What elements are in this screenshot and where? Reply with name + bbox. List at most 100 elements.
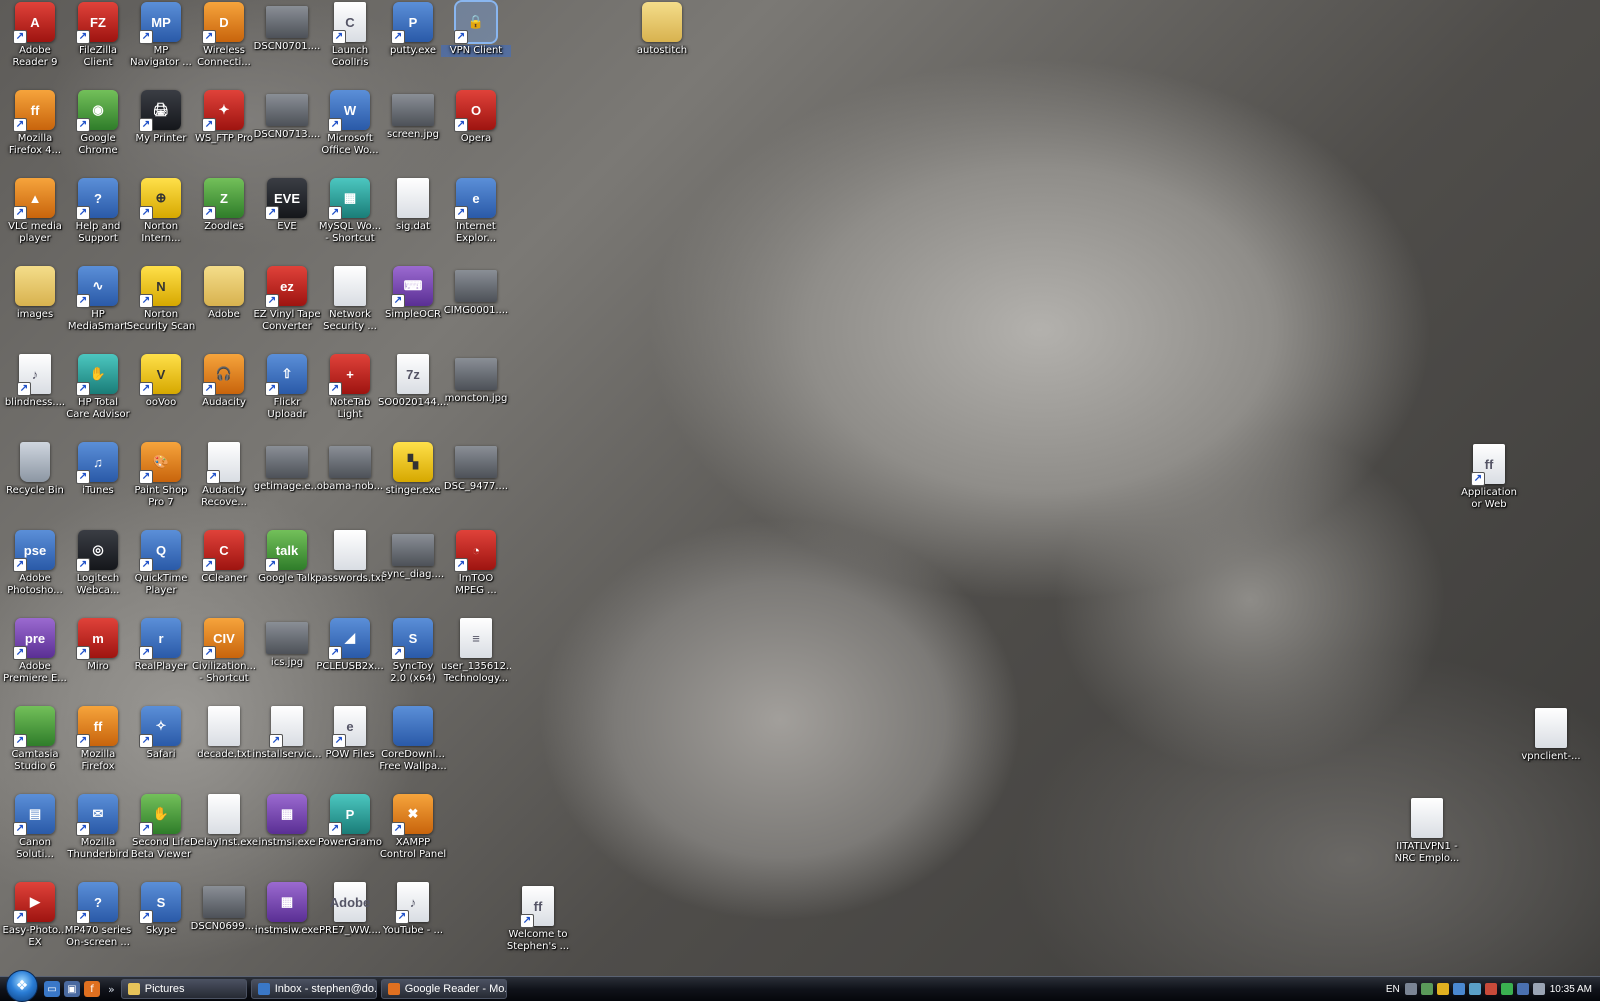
desktop-icon[interactable]: ? ↗ Help and Support: [63, 178, 133, 245]
desktop-icon[interactable]: getimage.e...: [252, 442, 322, 493]
desktop[interactable]: A ↗ Adobe Reader 9 FZ ↗ FileZilla Client MP ↗ MP Na…: [0, 0, 1600, 976]
volume-icon[interactable]: [1532, 983, 1545, 995]
desktop-icon[interactable]: C ↗ CCleaner: [189, 530, 259, 585]
desktop-icon[interactable]: ◉ ↗ Google Chrome: [63, 90, 133, 157]
desktop-icon[interactable]: obama-nob...: [315, 442, 385, 493]
desktop-icon[interactable]: e ↗ Internet Explor...: [441, 178, 511, 245]
desktop-icon[interactable]: CIMG0001....: [441, 266, 511, 317]
desktop-icon[interactable]: sig.dat: [378, 178, 448, 233]
firefox-icon[interactable]: f: [84, 981, 100, 997]
desktop-icon[interactable]: A ↗ Adobe Reader 9: [0, 2, 70, 69]
desktop-icon[interactable]: Q ↗ QuickTime Player: [126, 530, 196, 597]
desktop-icon[interactable]: Adobe PRE7_WW....: [315, 882, 385, 937]
desktop-icon[interactable]: S ↗ Skype: [126, 882, 196, 937]
desktop-icon[interactable]: C ↗ Launch CoolIris: [315, 2, 385, 69]
desktop-icon[interactable]: screen.jpg: [378, 90, 448, 141]
desktop-icon[interactable]: ff ↗ Welcome to Stephen's ...: [503, 886, 573, 953]
quick-launch-chevron[interactable]: »: [108, 983, 115, 996]
desktop-icon[interactable]: ◔ ↗ ImTOO MPEG ...: [441, 530, 511, 597]
monitor-tray-icon[interactable]: [1516, 983, 1529, 995]
desktop-icon[interactable]: FZ ↗ FileZilla Client: [63, 2, 133, 69]
desktop-icon[interactable]: Network Security ...: [315, 266, 385, 333]
desktop-icon[interactable]: ▦ instmsi.exe: [252, 794, 322, 849]
desktop-icon[interactable]: images: [0, 266, 70, 321]
desktop-icon[interactable]: moncton.jpg: [441, 354, 511, 405]
desktop-icon[interactable]: IITATLVPN1 - NRC Emplo...: [1392, 798, 1462, 865]
desktop-icon[interactable]: + ↗ NoteTab Light: [315, 354, 385, 421]
desktop-icon[interactable]: ✋ ↗ HP Total Care Advisor: [63, 354, 133, 421]
desktop-icon[interactable]: 🖨 ↗ My Printer: [126, 90, 196, 145]
desktop-icon[interactable]: 🎨 ↗ Paint Shop Pro 7: [126, 442, 196, 509]
desktop-icon[interactable]: D ↗ Wireless Connecti...: [189, 2, 259, 69]
desktop-icon[interactable]: ⌨ ↗ SimpleOCR: [378, 266, 448, 321]
desktop-icon[interactable]: Z ↗ Zoodles: [189, 178, 259, 233]
desktop-icon[interactable]: ◢ ↗ PCLEUSB2x...: [315, 618, 385, 673]
desktop-icon[interactable]: V ↗ ooVoo: [126, 354, 196, 409]
desktop-icon[interactable]: 🎧 ↗ Audacity: [189, 354, 259, 409]
desktop-icon[interactable]: ✦ ↗ WS_FTP Pro: [189, 90, 259, 145]
desktop-icon[interactable]: pre ↗ Adobe Premiere E...: [0, 618, 70, 685]
show-desktop-icon[interactable]: ▭: [44, 981, 60, 997]
signal-bars-icon[interactable]: [1500, 983, 1513, 995]
desktop-icon[interactable]: decade.txt: [189, 706, 259, 761]
desktop-icon[interactable]: m ↗ Miro: [63, 618, 133, 673]
desktop-icon[interactable]: ◎ ↗ Logitech Webca...: [63, 530, 133, 597]
desktop-icon[interactable]: ↗ Audacity Recove...: [189, 442, 259, 509]
desktop-icon[interactable]: ff ↗ Mozilla Firefox: [63, 706, 133, 773]
desktop-icon[interactable]: ▤ ↗ Canon Soluti...: [0, 794, 70, 861]
desktop-icon[interactable]: CIV ↗ Civilization... - Shortcut: [189, 618, 259, 685]
desktop-icon[interactable]: ▦ instmsiw.exe: [252, 882, 322, 937]
desktop-icon[interactable]: O ↗ Opera: [441, 90, 511, 145]
desktop-icon[interactable]: ▚ stinger.exe: [378, 442, 448, 497]
desktop-icon[interactable]: EVE ↗ EVE: [252, 178, 322, 233]
desktop-icon[interactable]: vpnclient-...: [1516, 708, 1586, 763]
desktop-icon[interactable]: DSCN0713....: [252, 90, 322, 141]
desktop-icon[interactable]: MP ↗ MP Navigator ...: [126, 2, 196, 69]
desktop-icon[interactable]: S ↗ SyncToy 2.0 (x64): [378, 618, 448, 685]
language-indicator[interactable]: EN: [1386, 984, 1400, 995]
desktop-icon[interactable]: P ↗ PowerGramo: [315, 794, 385, 849]
update-tray-icon[interactable]: [1468, 983, 1481, 995]
desktop-icon[interactable]: ez ↗ EZ Vinyl Tape Converter: [252, 266, 322, 333]
desktop-icon[interactable]: DelayInst.exe: [189, 794, 259, 849]
desktop-icon[interactable]: ♪ ↗ YouTube - ...: [378, 882, 448, 937]
security-tray-icon[interactable]: [1484, 983, 1497, 995]
desktop-icon[interactable]: DSC_9477....: [441, 442, 511, 493]
clock[interactable]: 10:35 AM: [1550, 984, 1592, 995]
desktop-icon[interactable]: CoreDownl... Free Wallpa...: [378, 706, 448, 773]
desktop-icon[interactable]: ♪ ↗ blindness....: [0, 354, 70, 409]
desktop-icon[interactable]: ▦ ↗ MySQL Wo... - Shortcut: [315, 178, 385, 245]
desktop-icon[interactable]: talk ↗ Google Talk: [252, 530, 322, 585]
desktop-icon[interactable]: passwords.txt: [315, 530, 385, 585]
desktop-icon[interactable]: ▶ ↗ Easy-Photo... EX: [0, 882, 70, 949]
desktop-icon[interactable]: ff ↗ Mozilla Firefox 4...: [0, 90, 70, 157]
desktop-icon[interactable]: N ↗ Norton Security Scan: [126, 266, 196, 333]
desktop-icon[interactable]: Adobe: [189, 266, 259, 321]
desktop-icon[interactable]: ↗ installservic...: [252, 706, 322, 761]
desktop-icon[interactable]: e ↗ POW Files: [315, 706, 385, 761]
desktop-icon[interactable]: ? ↗ MP470 series On-screen ...: [63, 882, 133, 949]
desktop-icon[interactable]: autostitch: [627, 2, 697, 57]
network-tray-icon[interactable]: [1452, 983, 1465, 995]
desktop-icon[interactable]: W ↗ Microsoft Office Wo...: [315, 90, 385, 157]
desktop-icon[interactable]: ✉ ↗ Mozilla Thunderbird: [63, 794, 133, 861]
desktop-icon[interactable]: ✋ ↗ Second Life Beta Viewer: [126, 794, 196, 861]
desktop-icon[interactable]: ics.jpg: [252, 618, 322, 669]
desktop-icon[interactable]: ∿ ↗ HP MediaSmart: [63, 266, 133, 333]
desktop-icon[interactable]: ♫ ↗ iTunes: [63, 442, 133, 497]
desktop-icon[interactable]: ≡ user_135612... Technology...: [441, 618, 511, 685]
taskbar-button[interactable]: Pictures: [120, 979, 247, 999]
desktop-icon[interactable]: ⊕ ↗ Norton Intern...: [126, 178, 196, 245]
desktop-icon[interactable]: P ↗ putty.exe: [378, 2, 448, 57]
desktop-icon[interactable]: ff ↗ Application or Web: [1454, 444, 1524, 511]
mail-icon[interactable]: [1420, 983, 1433, 995]
switch-windows-icon[interactable]: ▣: [64, 981, 80, 997]
desktop-icon[interactable]: ↗ Camtasia Studio 6: [0, 706, 70, 773]
start-button[interactable]: ❖: [6, 970, 38, 1002]
desktop-icon[interactable]: sync_diag....: [378, 530, 448, 581]
desktop-icon[interactable]: DSCN0701....: [252, 2, 322, 53]
desktop-icon[interactable]: 7z SO0020144....: [378, 354, 448, 409]
desktop-icon[interactable]: ✖ ↗ XAMPP Control Panel: [378, 794, 448, 861]
desktop-icon[interactable]: DSCN0699....: [189, 882, 259, 933]
taskbar-button[interactable]: Inbox - stephen@do...: [250, 979, 377, 999]
